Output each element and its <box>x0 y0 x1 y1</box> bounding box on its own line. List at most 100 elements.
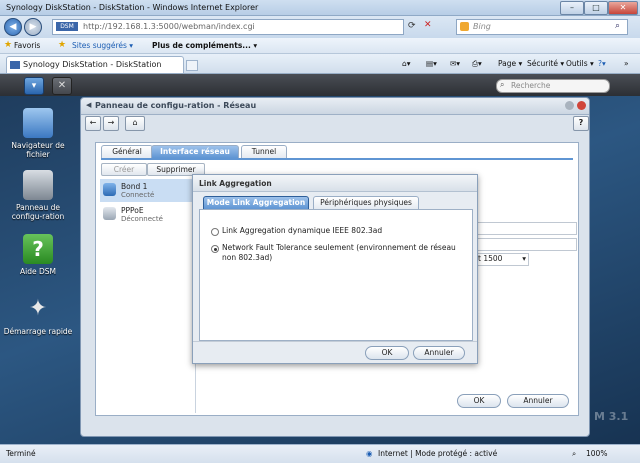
desktop-icon-label: Panneau de configu-ration <box>11 203 65 221</box>
url-input[interactable]: DSM http://192.168.1.3:5000/webman/index… <box>52 19 404 35</box>
url-text: http://192.168.1.3:5000/webman/index.cgi <box>83 22 255 31</box>
bond-network-icon <box>103 183 116 196</box>
dialog-ok-button[interactable]: OK <box>365 346 409 360</box>
dropdown-arrow-icon: ▾ <box>522 254 526 263</box>
close-window-button[interactable]: ✕ <box>608 1 638 15</box>
desktop-icon-label: Démarrage rapide <box>3 327 73 336</box>
zoom-level[interactable]: 100% <box>586 449 607 458</box>
internet-zone-icon: ◉ <box>366 449 373 458</box>
dsm-menu-chevron-icon[interactable]: ▾ <box>24 77 44 95</box>
tab-general[interactable]: Général <box>101 145 153 158</box>
interface-item-pppoe[interactable]: PPPoE Déconnecté <box>100 203 194 226</box>
dsm-version-watermark: M 3.1 <box>594 410 629 423</box>
window-header: ◀ Panneau de configu-ration - Réseau <box>81 98 589 115</box>
print-icon[interactable]: ⎙▾ <box>472 59 482 69</box>
help-icon: ? <box>23 234 53 264</box>
dialog-divider <box>193 341 477 342</box>
zoom-icon[interactable]: ⌕ <box>572 449 576 459</box>
dialog-title: Link Aggregation <box>199 179 272 188</box>
back-arrow-icon[interactable]: ◀ <box>4 18 22 36</box>
new-tab-button[interactable] <box>186 60 198 71</box>
browser-title-bar: Synology DiskStation - DiskStation - Win… <box>0 0 640 16</box>
tab-network-interface[interactable]: Interface réseau <box>151 145 239 158</box>
background-field-1[interactable] <box>475 222 577 235</box>
window-close-button[interactable] <box>577 101 586 110</box>
option-label-fault-tolerance: Network Fault Tolerance seulement (envir… <box>222 243 456 262</box>
stop-icon[interactable]: ✕ <box>424 20 432 30</box>
chevron-right-icon[interactable]: » <box>624 59 629 68</box>
nav-home-icon[interactable]: ⌂ <box>125 116 145 131</box>
interface-name: Bond 1 <box>121 182 148 191</box>
add-favorite-icon[interactable]: ★ <box>58 40 66 50</box>
window-minimize-button[interactable] <box>565 101 574 110</box>
window-title: Synology DiskStation - DiskStation - Win… <box>6 3 259 12</box>
radio-fault-tolerance[interactable] <box>211 245 219 253</box>
bing-icon <box>460 22 469 31</box>
maximize-button[interactable]: □ <box>584 1 608 15</box>
window-help-icon[interactable]: ? <box>573 116 589 131</box>
window-ok-button[interactable]: OK <box>457 394 501 408</box>
radio-ieee-8023ad[interactable] <box>211 228 219 236</box>
tab-underline <box>101 158 573 160</box>
interface-item-bond[interactable]: Bond 1 Connecté <box>100 179 194 202</box>
browser-tab-title: Synology DiskStation - DiskStation <box>23 60 162 69</box>
window-back-icon: ◀ <box>86 101 92 109</box>
status-text: Terminé <box>6 449 36 458</box>
mtu-select[interactable]: t 1500 ▾ <box>475 253 529 266</box>
dsm-favicon-icon <box>10 61 20 69</box>
dialog-header: Link Aggregation <box>193 175 477 192</box>
browser-tab-bar: Synology DiskStation - DiskStation ⌂▾ ▤▾… <box>0 54 640 74</box>
more-addons-link[interactable]: Plus de compléments... ▾ <box>152 41 257 50</box>
help-menu[interactable]: ?▾ <box>598 59 606 68</box>
desktop-icon-label: Aide DSM <box>20 267 56 276</box>
option-label-ieee-8023ad: Link Aggregation dynamique IEEE 802.3ad <box>222 226 383 235</box>
magic-wand-icon: ✦ <box>28 296 48 321</box>
nav-back-icon[interactable]: ← <box>85 116 101 131</box>
dsm-search-placeholder: Recherche <box>511 81 551 90</box>
refresh-icon[interactable]: ⟳ <box>408 21 416 31</box>
address-bar: ◀ ▶ DSM http://192.168.1.3:5000/webman/i… <box>0 16 640 38</box>
favorites-button[interactable]: Favoris <box>14 41 40 50</box>
tools-icon <box>23 170 53 200</box>
interface-status: Déconnecté <box>121 215 163 223</box>
mtu-value: t 1500 <box>478 254 503 263</box>
dialog-cancel-button[interactable]: Annuler <box>413 346 465 360</box>
favorites-bar: ★ Favoris ★ Sites suggérés ▾ Plus de com… <box>0 38 640 54</box>
control-panel-tools-icon[interactable]: ✕ <box>52 77 72 95</box>
forward-arrow-icon[interactable]: ▶ <box>24 18 42 36</box>
tab-physical-devices[interactable]: Périphériques physiques <box>313 196 419 209</box>
security-menu[interactable]: Sécurité ▾ <box>527 59 564 68</box>
mail-icon[interactable]: ✉▾ <box>450 59 460 68</box>
interface-list: Bond 1 Connecté PPPoE Déconnecté <box>99 177 196 413</box>
suggested-sites-link[interactable]: Sites suggérés ▾ <box>72 41 133 50</box>
browser-tab[interactable]: Synology DiskStation - DiskStation <box>6 56 184 73</box>
desktop-icon-help[interactable]: ? Aide DSM <box>0 234 76 276</box>
tab-link-aggregation-mode[interactable]: Mode Link Aggregation <box>203 196 309 210</box>
pppoe-network-icon <box>103 207 116 220</box>
desktop-icon-file-browser[interactable]: Navigateur de fichier <box>0 108 76 159</box>
feeds-icon[interactable]: ▤▾ <box>426 59 437 68</box>
security-zone-text: Internet | Mode protégé : activé <box>378 449 498 458</box>
tab-tunnel[interactable]: Tunnel <box>241 145 287 158</box>
dialog-body: Link Aggregation dynamique IEEE 802.3ad … <box>199 209 473 341</box>
nav-forward-icon[interactable]: → <box>103 116 119 131</box>
search-input[interactable]: Bing ⌕ <box>456 19 628 35</box>
desktop-icon-control-panel[interactable]: Panneau de configu-ration <box>0 170 76 221</box>
home-icon[interactable]: ⌂▾ <box>402 59 411 68</box>
interface-name: PPPoE <box>121 206 144 215</box>
minimize-button[interactable]: – <box>560 1 584 15</box>
desktop-icon-quick-start[interactable]: ✦ Démarrage rapide <box>0 294 76 336</box>
link-aggregation-dialog: Link Aggregation Mode Link Aggregation P… <box>192 174 478 364</box>
page-menu[interactable]: Page ▾ <box>498 59 522 68</box>
dsm-taskbar: ▾ ✕ ⌕ Recherche <box>0 74 640 96</box>
site-favicon-icon: DSM <box>56 22 78 31</box>
window-cancel-button[interactable]: Annuler <box>507 394 569 408</box>
background-field-2[interactable] <box>475 238 577 251</box>
window-title: Panneau de configu-ration - Réseau <box>95 101 257 110</box>
tools-menu[interactable]: Outils ▾ <box>566 59 594 68</box>
dsm-search-input[interactable]: ⌕ Recherche <box>496 79 610 93</box>
search-magnifier-icon[interactable]: ⌕ <box>615 21 620 31</box>
search-placeholder: Bing <box>473 22 491 31</box>
favorites-star-icon: ★ <box>4 40 13 50</box>
create-button[interactable]: Créer <box>101 163 147 176</box>
